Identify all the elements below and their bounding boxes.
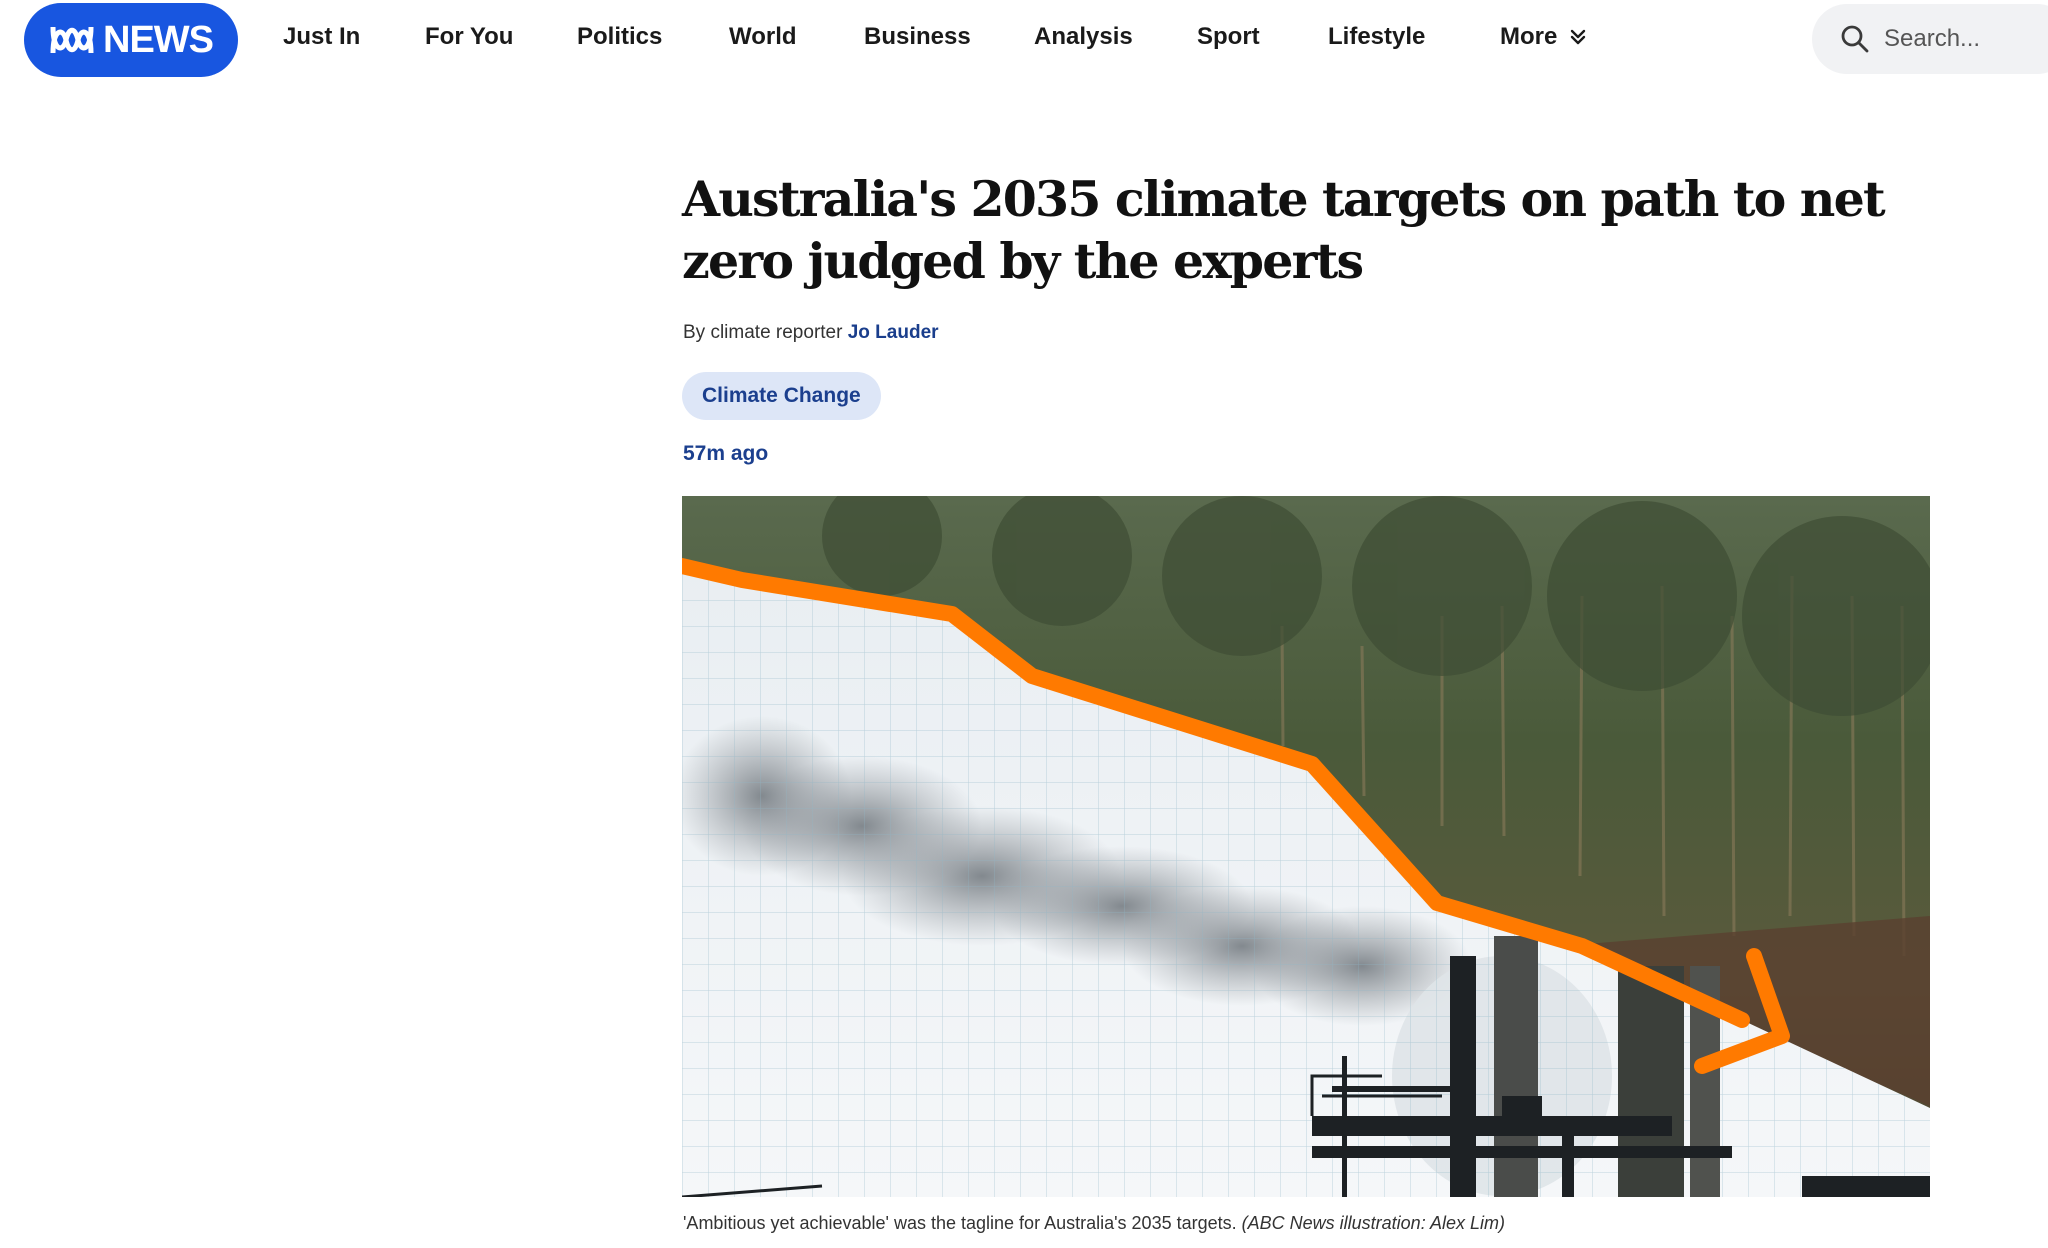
byline-prefix: By climate reporter (683, 322, 843, 343)
image-caption: 'Ambitious yet achievable' was the tagli… (683, 1213, 1505, 1234)
published-timestamp: 57m ago (683, 442, 769, 465)
abc-news-logo[interactable]: NEWS (24, 3, 238, 77)
search-icon (1841, 25, 1869, 53)
nav-for-you[interactable]: For You (425, 22, 513, 52)
caption-text: 'Ambitious yet achievable' was the tagli… (683, 1213, 1237, 1233)
nav-sport[interactable]: Sport (1197, 22, 1260, 52)
nav-more-label: More (1500, 23, 1558, 50)
nav-just-in[interactable]: Just In (283, 22, 360, 52)
nav-lifestyle[interactable]: Lifestyle (1328, 22, 1425, 52)
nav-more-button[interactable]: More (1500, 22, 1587, 52)
nav-politics[interactable]: Politics (577, 22, 662, 52)
hero-image (682, 496, 1930, 1197)
caption-credit: (ABC News illustration: Alex Lim) (1241, 1213, 1506, 1233)
nav-world[interactable]: World (729, 22, 797, 52)
chevron-double-down-icon (1571, 29, 1586, 45)
byline: By climate reporter Jo Lauder (683, 322, 939, 344)
topic-tag-climate-change[interactable]: Climate Change (682, 372, 881, 420)
author-link[interactable]: Jo Lauder (848, 322, 939, 343)
search-input[interactable] (1882, 24, 2046, 54)
article-headline: Australia's 2035 climate targets on path… (682, 170, 1886, 290)
abc-logo-icon (50, 26, 94, 54)
search-box[interactable] (1812, 4, 2048, 74)
top-navigation: NEWS Just In For You Politics World Busi… (0, 0, 2048, 78)
nav-analysis[interactable]: Analysis (1034, 22, 1133, 52)
declining-emissions-illustration (682, 496, 1930, 1197)
logo-text: NEWS (103, 18, 214, 61)
nav-business[interactable]: Business (864, 22, 971, 52)
